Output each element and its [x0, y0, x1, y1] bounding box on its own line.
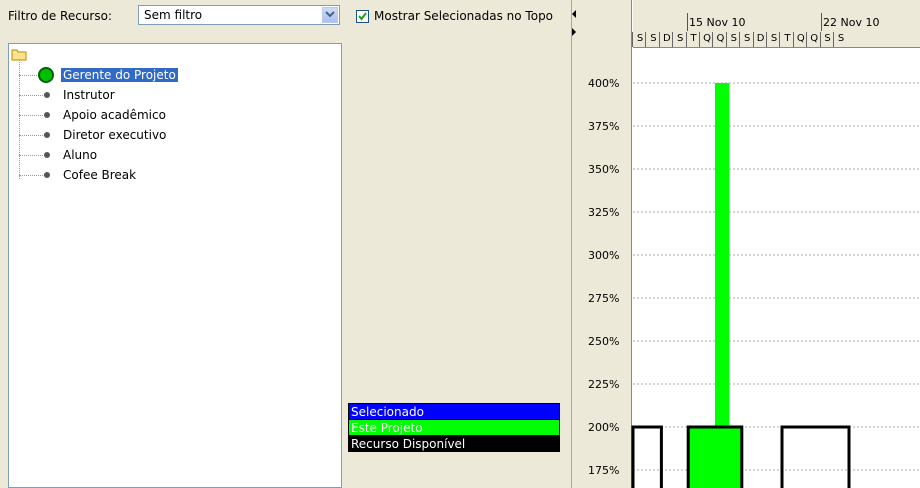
- resource-icon: [44, 92, 50, 98]
- week-label: 15 Nov 10: [689, 16, 746, 29]
- tree-item[interactable]: Gerente do Projeto: [9, 66, 339, 85]
- bar-available-outline: [780, 425, 851, 488]
- y-tick-label: 400%: [588, 77, 619, 90]
- resource-tree[interactable]: Gerente do Projeto Instrutor Apoio acadê…: [8, 43, 342, 488]
- tree-item-label: Aluno: [63, 148, 98, 162]
- checkmark-icon: [358, 12, 367, 21]
- filter-label: Filtro de Recurso:: [8, 9, 112, 23]
- y-tick-label: 275%: [588, 292, 619, 305]
- resource-icon: [44, 172, 50, 178]
- filter-selected-value: Sem filtro: [144, 8, 203, 22]
- chart-legend: Selecionado Este Projeto Recurso Disponí…: [348, 403, 560, 452]
- y-tick-label: 325%: [588, 206, 619, 219]
- timeline-header: 15 Nov 10 22 Nov 10 SSDSTQQSSDSTQQSS: [632, 0, 920, 48]
- tree-item[interactable]: Instrutor: [9, 86, 339, 105]
- tree-item[interactable]: Aluno: [9, 146, 339, 165]
- tree-item[interactable]: Apoio acadêmico: [9, 106, 339, 125]
- resource-icon: [44, 132, 50, 138]
- tree-item-label: Gerente do Projeto: [61, 68, 178, 82]
- tree-item[interactable]: Cofee Break: [9, 166, 339, 185]
- y-tick-label: 250%: [588, 335, 619, 348]
- y-tick-label: 300%: [588, 249, 619, 262]
- tree-item-label: Apoio acadêmico: [63, 108, 166, 122]
- histogram-chart: 400% 375% 350% 325% 300% 275% 250% 225% 200% 175%: [588, 77, 920, 488]
- y-tick-label: 175%: [588, 464, 619, 477]
- y-tick-label: 200%: [588, 421, 619, 434]
- legend-item-selected: Selecionado: [348, 403, 560, 420]
- panel-splitter[interactable]: [571, 0, 578, 488]
- tree-item-label: Cofee Break: [63, 168, 137, 182]
- filter-dropdown[interactable]: Sem filtro: [138, 5, 340, 25]
- resource-icon: [44, 152, 50, 158]
- collapse-arrow-icon[interactable]: [572, 10, 577, 36]
- resource-icon: [44, 112, 50, 118]
- tree-item[interactable]: Diretor executivo: [9, 126, 339, 145]
- y-tick-label: 375%: [588, 120, 619, 133]
- week-label: 22 Nov 10: [823, 16, 880, 29]
- tree-item-label: Instrutor: [63, 88, 115, 102]
- chevron-down-icon[interactable]: [322, 7, 338, 23]
- legend-item-this-project: Este Projeto: [348, 419, 560, 436]
- y-tick-label: 350%: [588, 163, 619, 176]
- tree-item-label: Diretor executivo: [63, 128, 167, 142]
- y-tick-label: 225%: [588, 378, 619, 391]
- resource-group-icon: [37, 66, 55, 87]
- show-selected-top-checkbox[interactable]: [356, 10, 369, 23]
- legend-item-available: Recurso Disponível: [348, 435, 560, 452]
- bar-available-outline: [631, 425, 663, 488]
- show-selected-top-label[interactable]: Mostrar Selecionadas no Topo: [374, 9, 553, 23]
- day-label: S: [833, 32, 848, 47]
